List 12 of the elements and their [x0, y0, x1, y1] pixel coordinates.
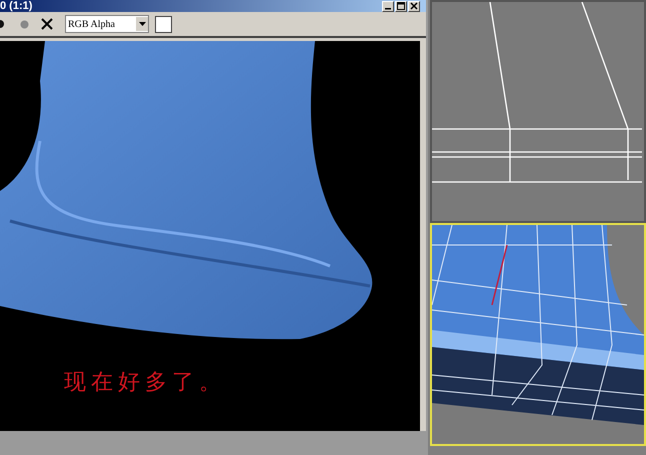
- maximize-icon: [397, 2, 405, 10]
- close-button[interactable]: [408, 0, 420, 12]
- dot-icon[interactable]: [20, 20, 29, 28]
- channel-dropdown[interactable]: RGB Alpha: [65, 15, 149, 33]
- maximize-button[interactable]: [395, 0, 407, 12]
- caption-text: 现在好多了。: [64, 369, 226, 397]
- window-title: 0 (1:1): [0, 0, 32, 12]
- close-icon: [410, 2, 418, 10]
- color-swatch[interactable]: [155, 16, 172, 32]
- clear-icon[interactable]: [41, 18, 53, 30]
- caret-icon: [138, 22, 146, 26]
- minimize-button[interactable]: [382, 0, 394, 12]
